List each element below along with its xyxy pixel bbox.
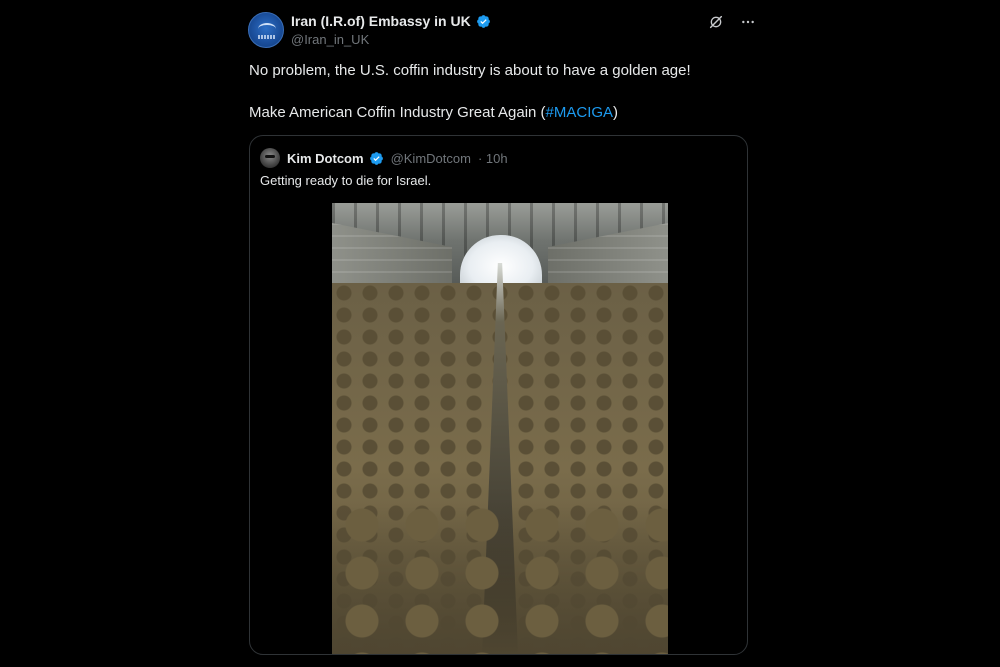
tweet-text-line-2-suffix: ) — [613, 104, 619, 121]
quoted-author-handle[interactable]: @KimDotcom — [391, 151, 471, 166]
grok-glyph-icon — [709, 15, 723, 29]
author-display-name[interactable]: Iran (I.R.of) Embassy in UK — [291, 13, 471, 29]
author-handle[interactable]: @Iran_in_UK — [291, 32, 369, 47]
emblem-mark — [258, 23, 276, 35]
emblem-script — [258, 35, 276, 39]
quoted-author-name[interactable]: Kim Dotcom — [287, 151, 364, 166]
tweet-text-line-2: Make American Coffin Industry Great Agai… — [249, 104, 618, 121]
quoted-tweet-card[interactable]: Kim Dotcom @KimDotcom · 10h Getting read… — [249, 135, 748, 655]
author-name-row: Iran (I.R.of) Embassy in UK — [291, 13, 491, 29]
soldiers-aircraft-photo[interactable] — [332, 203, 668, 654]
tweet-text-line-1: No problem, the U.S. coffin industry is … — [249, 62, 691, 79]
quoted-verified-badge-icon — [369, 151, 383, 165]
ellipsis-icon — [742, 20, 754, 24]
grok-icon[interactable] — [707, 13, 725, 31]
quoted-tweet-header: Kim Dotcom @KimDotcom · 10h — [260, 148, 508, 168]
tweet-actions-top — [707, 13, 757, 31]
more-icon[interactable] — [739, 13, 757, 31]
hashtag-link[interactable]: #MACIGA — [546, 104, 614, 121]
author-avatar[interactable] — [248, 12, 284, 48]
tweet-text-line-2-prefix: Make American Coffin Industry Great Agai… — [249, 104, 546, 121]
quoted-timestamp[interactable]: · 10h — [478, 151, 508, 166]
verified-badge-icon — [476, 14, 490, 28]
quoted-tweet-text: Getting ready to die for Israel. — [260, 173, 432, 188]
foreground-soldiers — [332, 503, 668, 654]
tweet-view: Iran (I.R.of) Embassy in UK @Iran_in_UK … — [0, 0, 1000, 667]
quoted-author-avatar[interactable] — [260, 148, 280, 168]
